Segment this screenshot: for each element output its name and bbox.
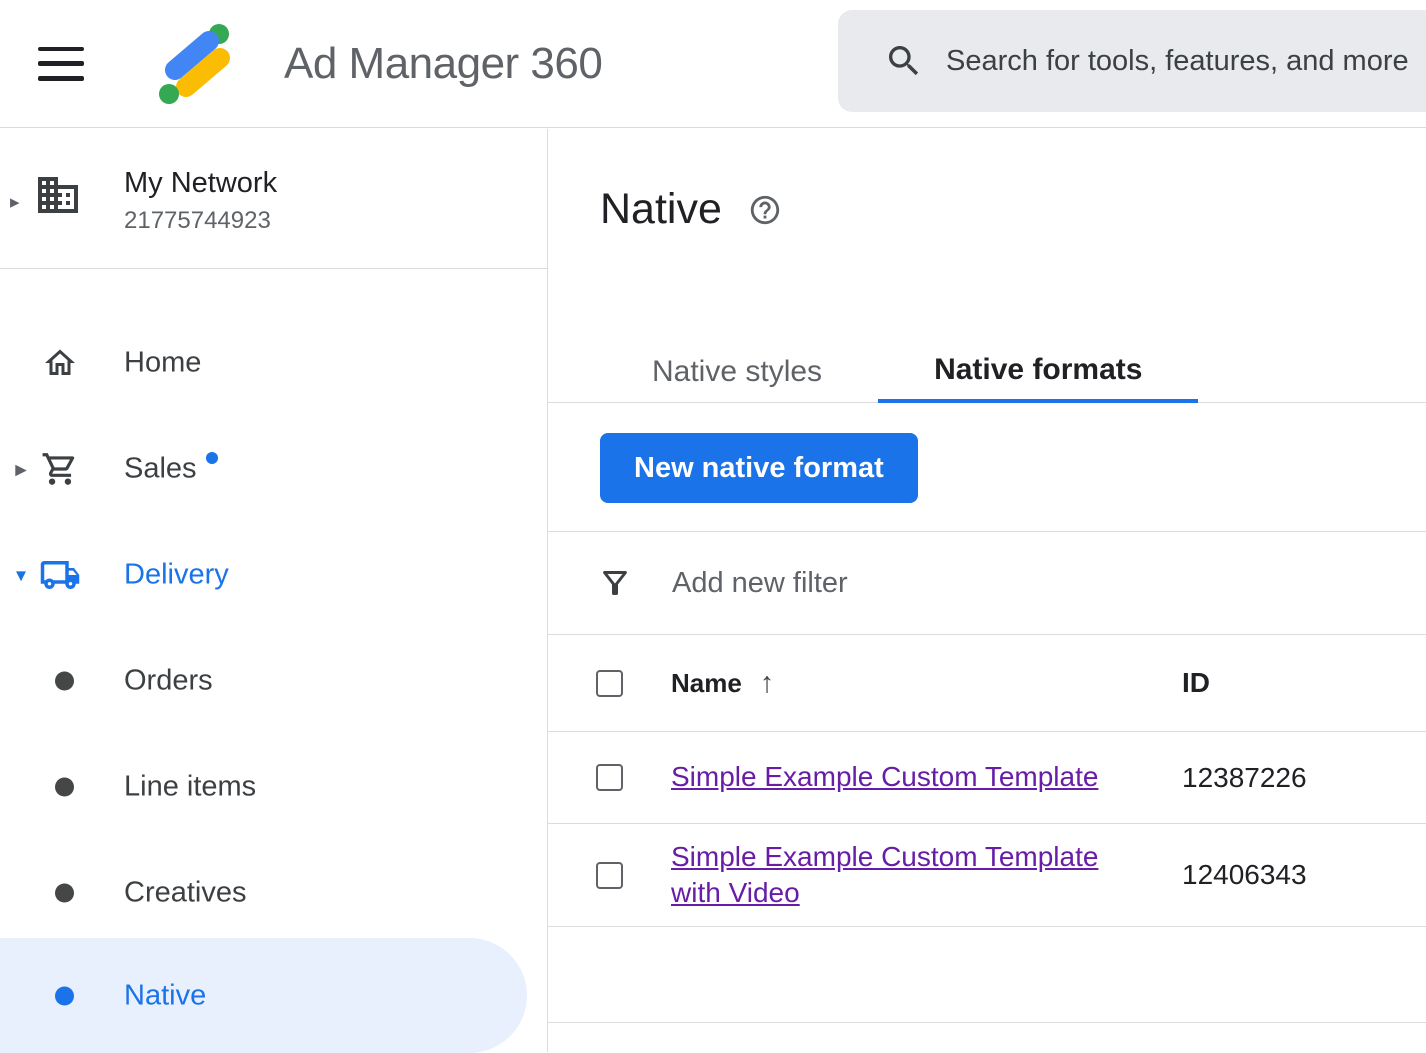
column-header-id[interactable]: ID: [1182, 667, 1210, 699]
table-row: Simple Example Custom Template 12387226: [548, 731, 1426, 823]
column-header-name[interactable]: Name ↑: [671, 667, 1141, 700]
sidebar-item-delivery[interactable]: ▾ Delivery: [0, 522, 547, 628]
network-building-icon: [34, 171, 82, 224]
tab-native-styles[interactable]: Native styles: [596, 341, 878, 403]
sidebar-item-home[interactable]: Home: [0, 310, 547, 416]
sidebar-item-orders[interactable]: Orders: [0, 628, 547, 734]
sidebar-item-label: Sales: [124, 453, 197, 486]
bullet-icon: [55, 986, 74, 1005]
filter-funnel-icon: [597, 565, 633, 601]
network-id: 21775744923: [124, 207, 277, 235]
sort-ascending-icon: ↑: [760, 667, 775, 700]
row-checkbox[interactable]: [596, 862, 623, 889]
sidebar-item-line-items[interactable]: Line items: [0, 734, 547, 840]
expand-right-icon[interactable]: ▸: [10, 191, 20, 214]
format-name-link[interactable]: Simple Example Custom Template: [671, 761, 1098, 792]
sidebar-item-label: Creatives: [124, 877, 247, 910]
table-row: Simple Example Custom Template with Vide…: [548, 823, 1426, 926]
notification-dot: [206, 452, 218, 464]
tab-bar: Native styles Native formats: [548, 341, 1426, 403]
format-name-link[interactable]: Simple Example Custom Template with Vide…: [671, 841, 1098, 908]
menu-icon[interactable]: [38, 47, 84, 81]
page-title: Native: [600, 185, 722, 234]
tab-native-formats[interactable]: Native formats: [878, 341, 1198, 403]
row-checkbox[interactable]: [596, 764, 623, 791]
native-formats-table: Add new filter Name ↑ ID Simple Example …: [548, 531, 1426, 1023]
expand-right-icon[interactable]: ▸: [8, 456, 34, 483]
top-app-bar: Ad Manager 360 Search for tools, feature…: [0, 0, 1426, 128]
table-header-row: Name ↑ ID: [548, 634, 1426, 731]
bullet-icon: [55, 672, 74, 691]
product-name: Ad Manager 360: [284, 39, 602, 89]
format-id: 12387226: [1182, 762, 1307, 794]
search-bar[interactable]: Search for tools, features, and more: [838, 10, 1426, 112]
new-native-format-button[interactable]: New native format: [600, 433, 918, 503]
shopping-cart-icon: [36, 450, 84, 488]
network-name: My Network: [124, 167, 277, 200]
network-selector[interactable]: ▸ My Network 21775744923: [0, 165, 547, 265]
bullet-icon: [55, 778, 74, 797]
sidebar-item-sales[interactable]: ▸ Sales: [0, 416, 547, 522]
filter-bar[interactable]: Add new filter: [548, 531, 1426, 634]
table-empty-row: [548, 926, 1426, 1023]
help-icon[interactable]: [748, 193, 782, 227]
search-icon: [884, 41, 924, 81]
sidebar-divider: [0, 268, 547, 269]
ad-manager-logo: [148, 18, 240, 110]
sidebar: ▸ My Network 21775744923 Home ▸ Sales ▾ …: [0, 129, 548, 1052]
select-all-checkbox[interactable]: [596, 670, 623, 697]
add-filter-label: Add new filter: [672, 567, 848, 600]
expand-down-icon[interactable]: ▾: [8, 563, 34, 588]
format-id: 12406343: [1182, 859, 1307, 891]
sidebar-item-label: Native: [124, 979, 206, 1012]
sidebar-item-native[interactable]: Native: [0, 938, 527, 1053]
main-content: Native Native styles Native formats New …: [548, 129, 1426, 1052]
home-icon: [36, 345, 84, 381]
sidebar-item-label: Home: [124, 347, 201, 380]
sidebar-item-label: Line items: [124, 771, 256, 804]
delivery-truck-icon: [36, 554, 84, 596]
bullet-icon: [55, 884, 74, 903]
sidebar-item-label: Orders: [124, 665, 213, 698]
sidebar-item-label: Delivery: [124, 559, 229, 592]
search-placeholder: Search for tools, features, and more: [946, 45, 1409, 78]
sidebar-item-creatives[interactable]: Creatives: [0, 840, 547, 946]
